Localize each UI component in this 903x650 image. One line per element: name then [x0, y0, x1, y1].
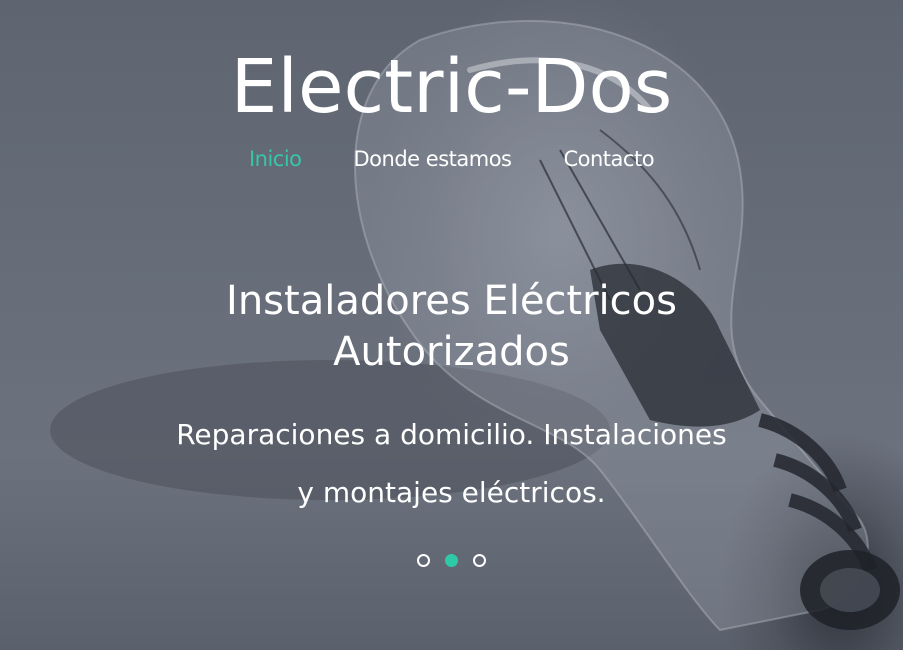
site-title[interactable]: Electric-Dos — [0, 42, 903, 132]
slider-dot-1[interactable] — [417, 554, 430, 567]
slider-dot-3[interactable] — [473, 554, 486, 567]
hero-section: Electric-Dos Inicio Donde estamos Contac… — [0, 0, 903, 650]
hero-content: Electric-Dos Inicio Donde estamos Contac… — [0, 0, 903, 650]
main-nav: Inicio Donde estamos Contacto — [0, 144, 903, 174]
nav-item-inicio[interactable]: Inicio — [249, 144, 302, 174]
nav-item-contacto[interactable]: Contacto — [563, 144, 654, 174]
hero-headline: Instaladores Eléctricos Autorizados — [0, 276, 903, 378]
hero-subtext: Reparaciones a domicilio. Instalaciones … — [150, 406, 753, 522]
hero-headline-line2: Autorizados — [333, 329, 570, 375]
nav-item-donde-estamos[interactable]: Donde estamos — [354, 144, 512, 174]
hero-headline-line1: Instaladores Eléctricos — [226, 278, 677, 324]
hero-subtext-line2: y montajes eléctricos. — [297, 476, 606, 509]
hero-subtext-line1: Reparaciones a domicilio. Instalaciones — [176, 418, 727, 451]
slider-pagination — [0, 554, 903, 567]
slider-dot-2[interactable] — [445, 554, 458, 567]
